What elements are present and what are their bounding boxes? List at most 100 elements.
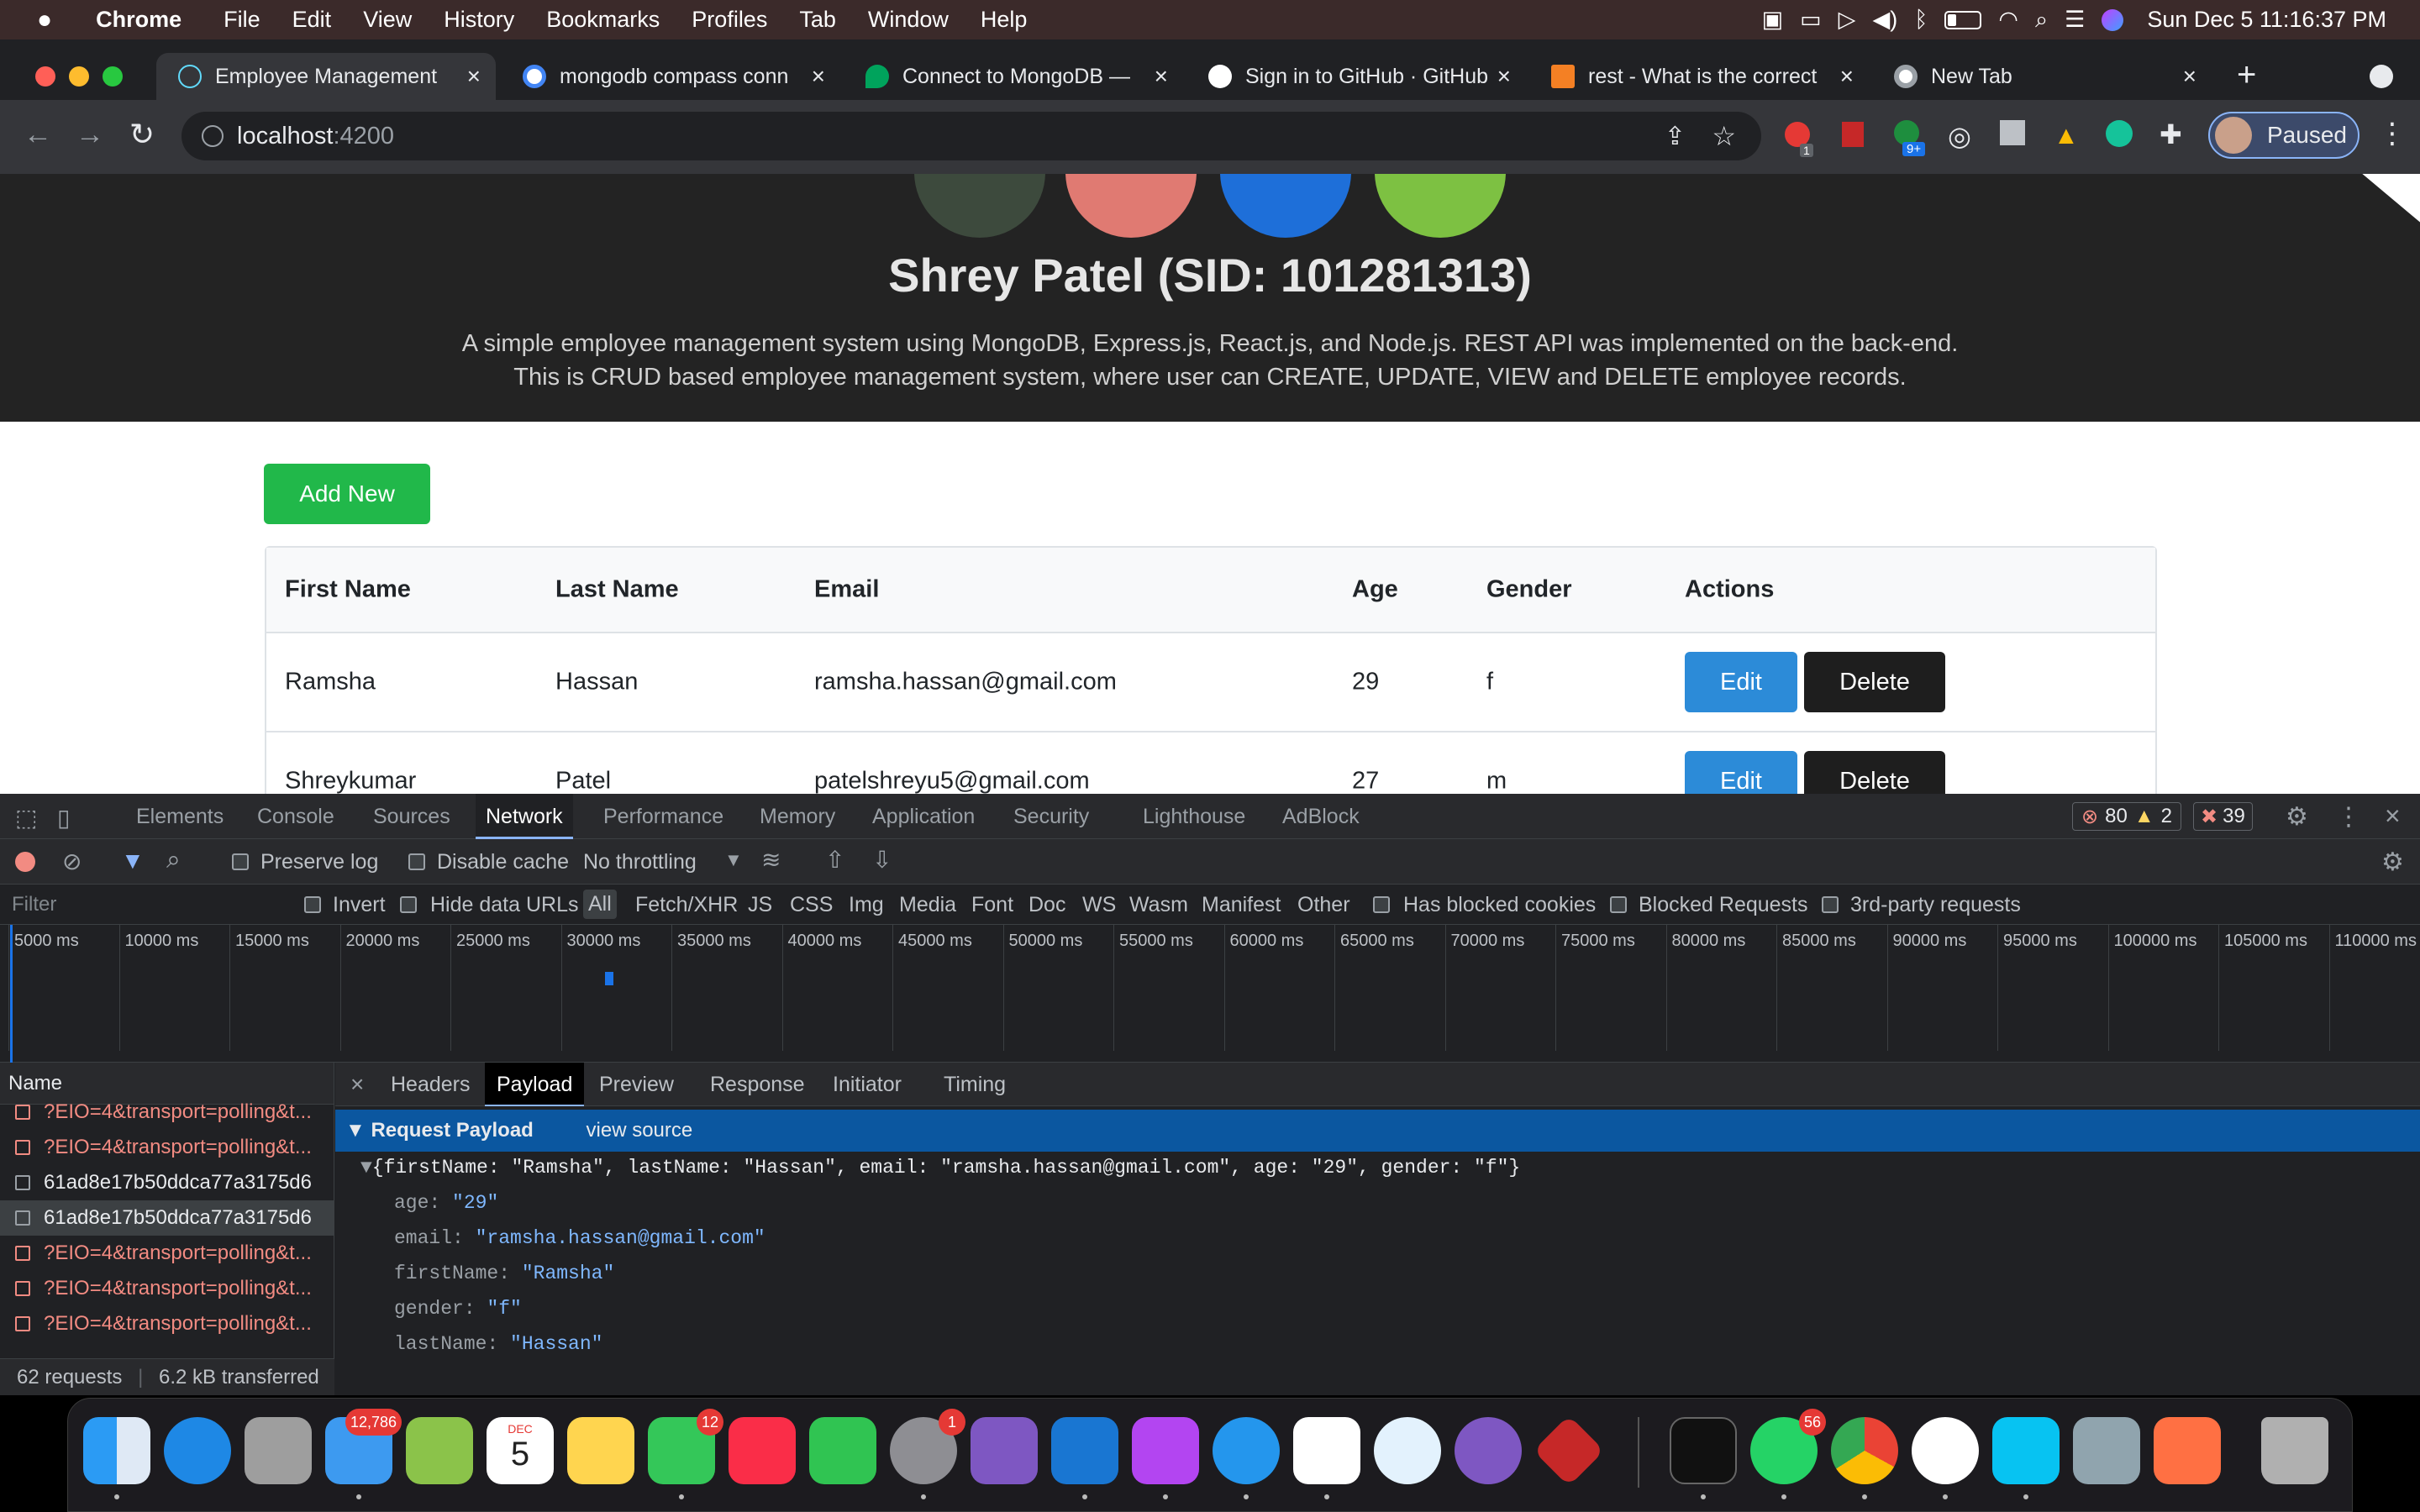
tab-performance[interactable]: Performance: [593, 794, 734, 839]
network-timeline[interactable]: 5000 ms 10000 ms 15000 ms 20000 ms 25000 ms 3…: [0, 925, 2420, 1063]
tab-sources[interactable]: Sources: [363, 794, 460, 839]
tab-adblock[interactable]: AdBlock: [1272, 794, 1370, 839]
type-filter-js[interactable]: JS: [748, 893, 772, 917]
close-tab-icon[interactable]: ×: [2183, 63, 2196, 90]
back-icon[interactable]: ←: [24, 118, 52, 151]
close-tab-icon[interactable]: ×: [1155, 63, 1168, 90]
address-bar[interactable]: localhost:4200 ⇪ ☆: [182, 112, 1761, 160]
volume-icon[interactable]: ◀): [1872, 8, 1897, 31]
maps-icon[interactable]: [406, 1417, 473, 1484]
type-filter-css[interactable]: CSS: [790, 893, 833, 917]
network-settings-icon[interactable]: ⚙: [2381, 848, 2404, 877]
forward-icon[interactable]: →: [76, 118, 104, 151]
minimize-window-button[interactable]: [69, 66, 89, 87]
apple-icon[interactable]: ●: [25, 6, 64, 34]
share-icon[interactable]: ⇪: [1665, 122, 1686, 151]
xcode-instruments-icon[interactable]: [1374, 1417, 1441, 1484]
type-filter-fetch-xhr[interactable]: Fetch/XHR: [635, 893, 738, 917]
chrome-menu-icon[interactable]: ⋮: [2378, 117, 2407, 150]
chevron-down-icon[interactable]: ▼: [724, 849, 743, 871]
tab-application[interactable]: Application: [862, 794, 985, 839]
tab-preview[interactable]: Preview: [587, 1063, 686, 1106]
grammarly-icon[interactable]: [2106, 120, 2133, 147]
profile-button[interactable]: Paused: [2208, 112, 2360, 159]
launchpad-icon[interactable]: [245, 1417, 312, 1484]
tab-stackoverflow-rest[interactable]: rest - What is the correct ×: [1529, 53, 1869, 100]
hide-data-urls-checkbox[interactable]: [400, 896, 417, 913]
site-info-icon[interactable]: [202, 125, 224, 147]
third-party-checkbox[interactable]: [1822, 896, 1839, 913]
type-filter-font[interactable]: Font: [971, 893, 1013, 917]
menu-bookmarks[interactable]: Bookmarks: [534, 7, 671, 33]
view-source-link[interactable]: view source: [587, 1119, 693, 1142]
tab-connect-mongodb[interactable]: Connect to MongoDB — ×: [844, 53, 1183, 100]
extension-bookmark-icon[interactable]: [1842, 122, 1864, 147]
vscode-icon[interactable]: [1051, 1417, 1118, 1484]
tab-timing[interactable]: Timing: [932, 1063, 1018, 1106]
issue-counters[interactable]: ⊗ 80 ▲ 2: [2072, 802, 2181, 831]
close-tab-icon[interactable]: ×: [812, 63, 825, 90]
notes-icon[interactable]: [567, 1417, 634, 1484]
tab-elements[interactable]: Elements: [126, 794, 234, 839]
delete-button[interactable]: Delete: [1804, 751, 1945, 794]
menu-history[interactable]: History: [432, 7, 526, 33]
word-icon[interactable]: [1293, 1417, 1360, 1484]
request-row[interactable]: ?EIO=4&transport=polling&t...: [0, 1095, 334, 1130]
calendar-icon[interactable]: DEC 5: [487, 1417, 554, 1484]
wifi-icon[interactable]: ◠: [1998, 8, 2018, 31]
pages-icon[interactable]: [2154, 1417, 2221, 1484]
bookmark-star-icon[interactable]: ☆: [1712, 120, 1736, 152]
screen-mirror-icon[interactable]: ▭: [1800, 8, 1822, 31]
type-filter-other[interactable]: Other: [1297, 893, 1350, 917]
menu-file[interactable]: File: [212, 7, 272, 33]
tab-console[interactable]: Console: [247, 794, 345, 839]
menu-help[interactable]: Help: [969, 7, 1039, 33]
music-icon[interactable]: [729, 1417, 796, 1484]
extension-flag-icon[interactable]: [2000, 120, 2025, 145]
git-app-icon[interactable]: [1533, 1415, 1605, 1487]
type-filter-ws[interactable]: WS: [1082, 893, 1116, 917]
import-har-icon[interactable]: ⇧: [825, 846, 844, 874]
request-row-selected[interactable]: 61ad8e17b50ddca77a3175d6: [0, 1200, 334, 1236]
docker-icon[interactable]: [1213, 1417, 1280, 1484]
request-row[interactable]: 61ad8e17b50ddca77a3175d6: [0, 1165, 334, 1200]
devtools-close-icon[interactable]: ×: [2385, 801, 2401, 832]
menu-profiles[interactable]: Profiles: [680, 7, 779, 33]
play-icon[interactable]: ▷: [1839, 8, 1856, 31]
menu-edit[interactable]: Edit: [281, 7, 344, 33]
inspect-element-icon[interactable]: ⬚: [15, 804, 37, 832]
request-row[interactable]: ?EIO=4&transport=polling&t...: [0, 1271, 334, 1306]
tab-network[interactable]: Network: [476, 794, 573, 839]
menubar-datetime[interactable]: Sun Dec 5 11:16:37 PM: [2147, 7, 2386, 33]
reload-icon[interactable]: ↻: [129, 117, 155, 152]
network-conditions-icon[interactable]: ≋: [761, 846, 781, 874]
tab-payload[interactable]: Payload: [485, 1063, 585, 1106]
visual-studio-icon[interactable]: [971, 1417, 1038, 1484]
delete-button[interactable]: Delete: [1804, 652, 1945, 712]
close-detail-icon[interactable]: ×: [350, 1071, 364, 1098]
tab-response[interactable]: Response: [698, 1063, 817, 1106]
github-desktop-icon[interactable]: [1455, 1417, 1522, 1484]
close-tab-icon[interactable]: ×: [1840, 63, 1854, 90]
menu-view[interactable]: View: [351, 7, 424, 33]
preview-icon[interactable]: [2073, 1417, 2140, 1484]
chrome-icon[interactable]: [1831, 1417, 1898, 1484]
tab-initiator[interactable]: Initiator: [821, 1063, 913, 1106]
devtools-settings-icon[interactable]: ⚙: [2286, 802, 2308, 832]
tab-lighthouse[interactable]: Lighthouse: [1133, 794, 1255, 839]
type-filter-manifest[interactable]: Manifest: [1202, 893, 1281, 917]
filter-input[interactable]: Filter: [0, 888, 286, 921]
menu-window[interactable]: Window: [856, 7, 960, 33]
preserve-log-checkbox[interactable]: [232, 853, 249, 870]
type-filter-img[interactable]: Img: [849, 893, 884, 917]
tab-security[interactable]: Security: [1003, 794, 1099, 839]
throttling-select[interactable]: No throttling: [583, 850, 697, 874]
issues-counter[interactable]: ✖ 39: [2193, 802, 2253, 831]
search-icon[interactable]: ⌕: [166, 846, 181, 874]
record-icon[interactable]: [15, 852, 35, 872]
type-filter-all[interactable]: All: [583, 890, 617, 919]
facetime-icon[interactable]: [809, 1417, 876, 1484]
payload-section-header[interactable]: ▼ Request Payload view source: [335, 1110, 2420, 1152]
type-filter-media[interactable]: Media: [899, 893, 956, 917]
devtools-more-icon[interactable]: ⋮: [2336, 802, 2361, 832]
